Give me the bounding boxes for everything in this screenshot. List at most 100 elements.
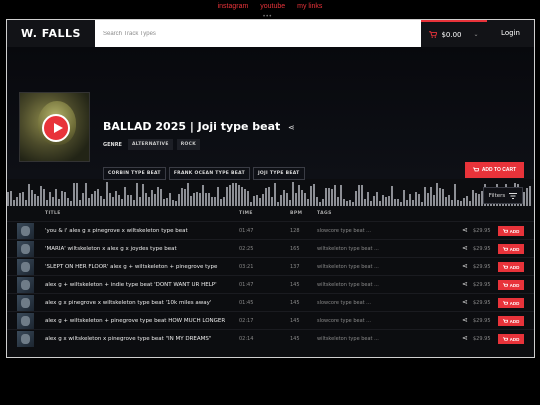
share-icon[interactable]: ⋖ bbox=[462, 334, 468, 342]
track-thumbnail[interactable] bbox=[17, 331, 34, 347]
cart-icon bbox=[502, 228, 508, 233]
waveform-bar bbox=[295, 193, 297, 206]
add-to-cart-label: ADD TO CART bbox=[481, 167, 517, 173]
row-title[interactable]: 'SLEPT ON HER FLOOR' alex g + wiltskelet… bbox=[45, 264, 217, 270]
waveform-bar bbox=[460, 201, 462, 206]
waveform-bar bbox=[220, 199, 222, 206]
instagram-link[interactable]: instagram bbox=[218, 3, 249, 10]
waveform-bar bbox=[205, 193, 207, 206]
waveform-bar bbox=[466, 196, 468, 206]
waveform-bar bbox=[157, 187, 159, 206]
waveform-bar bbox=[265, 188, 267, 206]
add-button[interactable]: ADD bbox=[498, 262, 524, 272]
row-title[interactable]: alex g + wiltskeleton + pinegrove type b… bbox=[45, 318, 225, 324]
row-price: $29.95 bbox=[473, 282, 491, 288]
row-tags[interactable]: slowcore type beat ... bbox=[317, 300, 371, 306]
waveform-bar bbox=[367, 192, 369, 206]
waveform-bar bbox=[139, 197, 141, 206]
waveform-bar bbox=[166, 198, 168, 206]
share-icon[interactable]: ⋖ bbox=[462, 244, 468, 252]
tag-chip[interactable]: CORBIN TYPE BEAT bbox=[103, 167, 166, 180]
row-tags[interactable]: slowcore type beat ... bbox=[317, 228, 371, 234]
waveform-bar bbox=[328, 188, 330, 206]
add-button[interactable]: ADD bbox=[498, 226, 524, 236]
row-tags[interactable]: wiltskeleton type beat ... bbox=[317, 246, 379, 252]
add-button[interactable]: ADD bbox=[498, 280, 524, 290]
track-cover-art[interactable] bbox=[19, 92, 90, 162]
track-thumbnail[interactable] bbox=[17, 241, 34, 257]
share-icon[interactable]: ⋖ bbox=[462, 262, 468, 270]
row-price: $29.95 bbox=[473, 318, 491, 324]
waveform-bar bbox=[79, 200, 81, 206]
row-title[interactable]: 'you & i' ales g x pinegrove x wiltskele… bbox=[45, 228, 188, 234]
row-tags[interactable]: slowcore type beat ... bbox=[317, 318, 371, 324]
add-button[interactable]: ADD bbox=[498, 316, 524, 326]
waveform-bar bbox=[181, 188, 183, 206]
cart-icon bbox=[429, 31, 438, 38]
track-thumbnail[interactable] bbox=[17, 223, 34, 239]
row-tags[interactable]: wiltskeleton type beat ... bbox=[317, 264, 379, 270]
genre-chip[interactable]: ROCK bbox=[176, 139, 200, 150]
waveform-bar bbox=[478, 194, 480, 206]
track-thumbnail[interactable] bbox=[17, 259, 34, 275]
table-row[interactable]: alex g + wiltskeleton + indie type beat … bbox=[7, 275, 534, 293]
add-to-cart-button[interactable]: ADD TO CART bbox=[465, 162, 524, 178]
genre-chip[interactable]: ALTERNATIVE bbox=[127, 139, 173, 150]
my-links-link[interactable]: my links bbox=[297, 3, 322, 10]
waveform[interactable] bbox=[7, 180, 534, 206]
row-bpm: 128 bbox=[290, 228, 300, 234]
login-button[interactable]: Login bbox=[487, 20, 534, 47]
waveform-bar bbox=[247, 191, 249, 206]
waveform-bar bbox=[184, 189, 186, 206]
waveform-bar bbox=[400, 202, 402, 206]
waveform-bar bbox=[61, 191, 63, 206]
search-input[interactable] bbox=[95, 20, 421, 47]
waveform-bar bbox=[163, 199, 165, 206]
row-tags[interactable]: wiltskeleton type beat ... bbox=[317, 282, 379, 288]
table-row[interactable]: alex g x wiltskeleton x pinegrove type b… bbox=[7, 329, 534, 347]
share-icon[interactable]: ⋖ bbox=[288, 123, 295, 132]
add-button[interactable]: ADD bbox=[498, 298, 524, 308]
add-button[interactable]: ADD bbox=[498, 244, 524, 254]
waveform-bar bbox=[316, 197, 318, 206]
row-bpm: 145 bbox=[290, 300, 300, 306]
table-row[interactable]: 'MARIA' wiltskeleton x alex g x joydes t… bbox=[7, 239, 534, 257]
table-row[interactable]: 'SLEPT ON HER FLOOR' alex g + wiltskelet… bbox=[7, 257, 534, 275]
youtube-link[interactable]: youtube bbox=[260, 3, 285, 10]
table-row[interactable]: 'you & i' ales g x pinegrove x wiltskele… bbox=[7, 221, 534, 239]
track-thumbnail[interactable] bbox=[17, 295, 34, 311]
tag-chip[interactable]: FRANK OCEAN TYPE BEAT bbox=[168, 167, 250, 180]
row-tags[interactable]: wiltskeleton type beat ... bbox=[317, 336, 379, 342]
waveform-bar bbox=[37, 196, 39, 206]
play-icon[interactable] bbox=[42, 114, 70, 142]
row-title[interactable]: 'MARIA' wiltskeleton x alex g x joydes t… bbox=[45, 246, 177, 252]
waveform-bar bbox=[46, 200, 48, 206]
filters-button[interactable]: Filters bbox=[483, 187, 523, 204]
cart-button[interactable]: $0.00 ⌄ bbox=[421, 20, 487, 47]
add-label: ADD bbox=[509, 318, 520, 324]
row-title[interactable]: alex g x pinegrove x wiltskeleton type b… bbox=[45, 300, 211, 306]
col-tags: TAGS bbox=[317, 211, 332, 216]
waveform-bar bbox=[304, 193, 306, 206]
share-icon[interactable]: ⋖ bbox=[462, 280, 468, 288]
track-thumbnail[interactable] bbox=[17, 313, 34, 329]
share-icon[interactable]: ⋖ bbox=[462, 298, 468, 306]
share-icon[interactable]: ⋖ bbox=[462, 316, 468, 324]
row-title[interactable]: alex g x wiltskeleton x pinegrove type b… bbox=[45, 336, 211, 342]
share-icon[interactable]: ⋖ bbox=[462, 226, 468, 234]
row-bpm: 145 bbox=[290, 282, 300, 288]
track-thumbnail[interactable] bbox=[17, 277, 34, 293]
table-row[interactable]: alex g + wiltskeleton + pinegrove type b… bbox=[7, 311, 534, 329]
waveform-bar bbox=[397, 199, 399, 206]
site-logo[interactable]: W. FALLS bbox=[7, 20, 95, 47]
add-button[interactable]: ADD bbox=[498, 334, 524, 344]
table-row[interactable]: alex g x pinegrove x wiltskeleton type b… bbox=[7, 293, 534, 311]
tag-chip[interactable]: JOJI TYPE BEAT bbox=[252, 167, 305, 180]
row-title[interactable]: alex g + wiltskeleton + indie type beat … bbox=[45, 282, 217, 288]
waveform-bar bbox=[340, 185, 342, 206]
waveform-bar bbox=[76, 183, 78, 206]
row-bpm: 145 bbox=[290, 318, 300, 324]
waveform-bar bbox=[301, 190, 303, 206]
waveform-bar bbox=[346, 201, 348, 206]
waveform-bar bbox=[121, 199, 123, 206]
